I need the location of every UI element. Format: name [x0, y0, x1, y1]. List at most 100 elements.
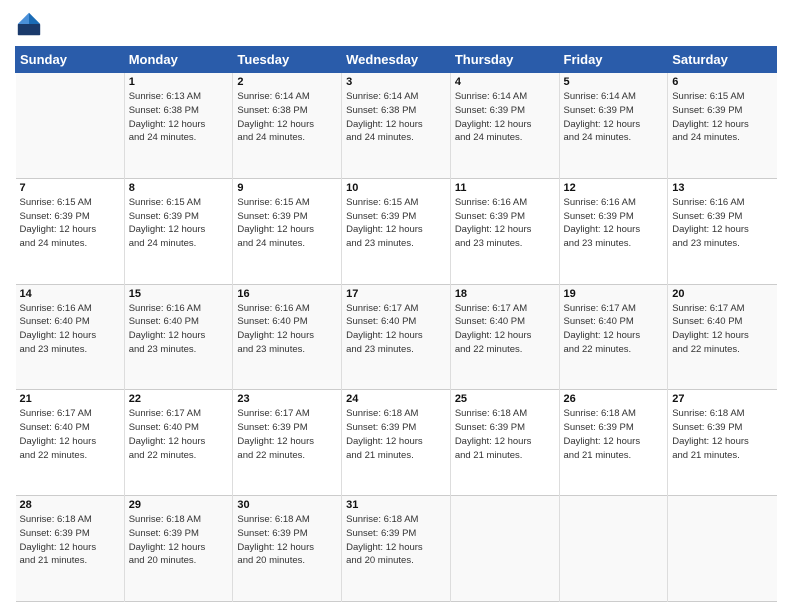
calendar-week-row: 28 Sunrise: 6:18 AM Sunset: 6:39 PM Dayli… — [16, 496, 777, 602]
calendar-cell: 15Sunrise: 6:16 AM Sunset: 6:40 PM Dayli… — [124, 284, 233, 390]
day-info: Sunrise: 6:18 AM Sunset: 6:39 PM Dayligh… — [237, 513, 337, 568]
day-number: 21 — [20, 393, 120, 405]
day-info: Sunrise: 6:18 AM Sunset: 6:39 PM Dayligh… — [346, 407, 446, 462]
day-number: 27 — [672, 393, 772, 405]
day-number: 22 — [129, 393, 229, 405]
day-info: Sunrise: 6:18 AM Sunset: 6:39 PM Dayligh… — [455, 407, 555, 462]
day-info: Sunrise: 6:16 AM Sunset: 6:39 PM Dayligh… — [564, 196, 664, 251]
weekday-header: Sunday — [16, 47, 125, 73]
day-info: Sunrise: 6:17 AM Sunset: 6:40 PM Dayligh… — [20, 407, 120, 462]
day-number: 6 — [672, 76, 772, 88]
calendar-cell: 5 Sunrise: 6:14 AM Sunset: 6:39 PM Daylig… — [559, 73, 668, 179]
calendar-cell: 17 Sunrise: 6:17 AM Sunset: 6:40 PM Dayli… — [342, 284, 451, 390]
day-info: Sunrise: 6:17 AM Sunset: 6:40 PM Dayligh… — [129, 407, 229, 462]
day-number: 17 — [346, 288, 446, 300]
day-number: 12 — [564, 182, 664, 194]
calendar-cell: 30 Sunrise: 6:18 AM Sunset: 6:39 PM Dayli… — [233, 496, 342, 602]
day-info: Sunrise: 6:13 AM Sunset: 6:38 PM Dayligh… — [129, 90, 229, 145]
calendar-cell — [450, 496, 559, 602]
day-info: Sunrise: 6:14 AM Sunset: 6:38 PM Dayligh… — [237, 90, 337, 145]
calendar-body: 1 Sunrise: 6:13 AM Sunset: 6:38 PM Daylig… — [16, 73, 777, 602]
day-info: Sunrise: 6:18 AM Sunset: 6:39 PM Dayligh… — [129, 513, 229, 568]
day-info: Sunrise: 6:16 AM Sunset: 6:40 PM Dayligh… — [129, 302, 229, 357]
calendar-cell: 7 Sunrise: 6:15 AM Sunset: 6:39 PM Daylig… — [16, 178, 125, 284]
day-info: Sunrise: 6:17 AM Sunset: 6:40 PM Dayligh… — [455, 302, 555, 357]
weekday-header: Wednesday — [342, 47, 451, 73]
weekday-header: Thursday — [450, 47, 559, 73]
day-number: 8 — [129, 182, 229, 194]
day-info: Sunrise: 6:18 AM Sunset: 6:39 PM Dayligh… — [346, 513, 446, 568]
day-info: Sunrise: 6:15 AM Sunset: 6:39 PM Dayligh… — [237, 196, 337, 251]
day-number: 9 — [237, 182, 337, 194]
calendar-week-row: 14Sunrise: 6:16 AM Sunset: 6:40 PM Dayli… — [16, 284, 777, 390]
calendar-cell: 31 Sunrise: 6:18 AM Sunset: 6:39 PM Dayli… — [342, 496, 451, 602]
day-info: Sunrise: 6:17 AM Sunset: 6:39 PM Dayligh… — [237, 407, 337, 462]
calendar-cell: 16 Sunrise: 6:16 AM Sunset: 6:40 PM Dayli… — [233, 284, 342, 390]
day-number: 5 — [564, 76, 664, 88]
calendar-cell: 14Sunrise: 6:16 AM Sunset: 6:40 PM Dayli… — [16, 284, 125, 390]
day-number: 11 — [455, 182, 555, 194]
day-number: 3 — [346, 76, 446, 88]
calendar-cell — [668, 496, 777, 602]
calendar-cell: 8Sunrise: 6:15 AM Sunset: 6:39 PM Daylig… — [124, 178, 233, 284]
day-number: 10 — [346, 182, 446, 194]
day-number: 23 — [237, 393, 337, 405]
day-number: 26 — [564, 393, 664, 405]
day-info: Sunrise: 6:16 AM Sunset: 6:40 PM Dayligh… — [237, 302, 337, 357]
weekday-header: Tuesday — [233, 47, 342, 73]
calendar-cell: 2 Sunrise: 6:14 AM Sunset: 6:38 PM Daylig… — [233, 73, 342, 179]
logo — [15, 10, 47, 38]
day-info: Sunrise: 6:17 AM Sunset: 6:40 PM Dayligh… — [672, 302, 772, 357]
weekday-row: SundayMondayTuesdayWednesdayThursdayFrid… — [16, 47, 777, 73]
logo-icon — [15, 10, 43, 38]
day-number: 30 — [237, 499, 337, 511]
calendar-week-row: 1 Sunrise: 6:13 AM Sunset: 6:38 PM Daylig… — [16, 73, 777, 179]
calendar-cell: 29 Sunrise: 6:18 AM Sunset: 6:39 PM Dayli… — [124, 496, 233, 602]
day-number: 7 — [20, 182, 120, 194]
day-number: 16 — [237, 288, 337, 300]
header — [15, 10, 777, 38]
calendar-header: SundayMondayTuesdayWednesdayThursdayFrid… — [16, 47, 777, 73]
day-number: 1 — [129, 76, 229, 88]
calendar-cell: 6 Sunrise: 6:15 AM Sunset: 6:39 PM Daylig… — [668, 73, 777, 179]
calendar-cell: 20 Sunrise: 6:17 AM Sunset: 6:40 PM Dayli… — [668, 284, 777, 390]
day-info: Sunrise: 6:18 AM Sunset: 6:39 PM Dayligh… — [672, 407, 772, 462]
calendar-cell: 19Sunrise: 6:17 AM Sunset: 6:40 PM Dayli… — [559, 284, 668, 390]
calendar-cell: 12 Sunrise: 6:16 AM Sunset: 6:39 PM Dayli… — [559, 178, 668, 284]
day-info: Sunrise: 6:16 AM Sunset: 6:39 PM Dayligh… — [672, 196, 772, 251]
calendar-table: SundayMondayTuesdayWednesdayThursdayFrid… — [15, 46, 777, 602]
calendar-cell: 1 Sunrise: 6:13 AM Sunset: 6:38 PM Daylig… — [124, 73, 233, 179]
calendar-week-row: 7 Sunrise: 6:15 AM Sunset: 6:39 PM Daylig… — [16, 178, 777, 284]
day-number: 2 — [237, 76, 337, 88]
day-info: Sunrise: 6:14 AM Sunset: 6:39 PM Dayligh… — [455, 90, 555, 145]
calendar-cell: 4 Sunrise: 6:14 AM Sunset: 6:39 PM Daylig… — [450, 73, 559, 179]
weekday-header: Saturday — [668, 47, 777, 73]
day-info: Sunrise: 6:16 AM Sunset: 6:39 PM Dayligh… — [455, 196, 555, 251]
day-info: Sunrise: 6:14 AM Sunset: 6:38 PM Dayligh… — [346, 90, 446, 145]
day-number: 31 — [346, 499, 446, 511]
day-info: Sunrise: 6:18 AM Sunset: 6:39 PM Dayligh… — [20, 513, 120, 568]
calendar-cell: 3 Sunrise: 6:14 AM Sunset: 6:38 PM Daylig… — [342, 73, 451, 179]
day-info: Sunrise: 6:15 AM Sunset: 6:39 PM Dayligh… — [20, 196, 120, 251]
day-info: Sunrise: 6:14 AM Sunset: 6:39 PM Dayligh… — [564, 90, 664, 145]
day-number: 20 — [672, 288, 772, 300]
day-info: Sunrise: 6:15 AM Sunset: 6:39 PM Dayligh… — [672, 90, 772, 145]
day-number: 29 — [129, 499, 229, 511]
day-number: 24 — [346, 393, 446, 405]
calendar-cell: 13 Sunrise: 6:16 AM Sunset: 6:39 PM Dayli… — [668, 178, 777, 284]
calendar-cell: 24 Sunrise: 6:18 AM Sunset: 6:39 PM Dayli… — [342, 390, 451, 496]
day-number: 18 — [455, 288, 555, 300]
weekday-header: Monday — [124, 47, 233, 73]
weekday-header: Friday — [559, 47, 668, 73]
day-number: 4 — [455, 76, 555, 88]
page: SundayMondayTuesdayWednesdayThursdayFrid… — [0, 0, 792, 612]
day-info: Sunrise: 6:17 AM Sunset: 6:40 PM Dayligh… — [346, 302, 446, 357]
day-info: Sunrise: 6:16 AM Sunset: 6:40 PM Dayligh… — [20, 302, 120, 357]
day-info: Sunrise: 6:18 AM Sunset: 6:39 PM Dayligh… — [564, 407, 664, 462]
day-number: 19 — [564, 288, 664, 300]
calendar-cell: 28 Sunrise: 6:18 AM Sunset: 6:39 PM Dayli… — [16, 496, 125, 602]
day-number: 28 — [20, 499, 120, 511]
calendar-cell: 11 Sunrise: 6:16 AM Sunset: 6:39 PM Dayli… — [450, 178, 559, 284]
calendar-week-row: 21 Sunrise: 6:17 AM Sunset: 6:40 PM Dayli… — [16, 390, 777, 496]
day-number: 13 — [672, 182, 772, 194]
